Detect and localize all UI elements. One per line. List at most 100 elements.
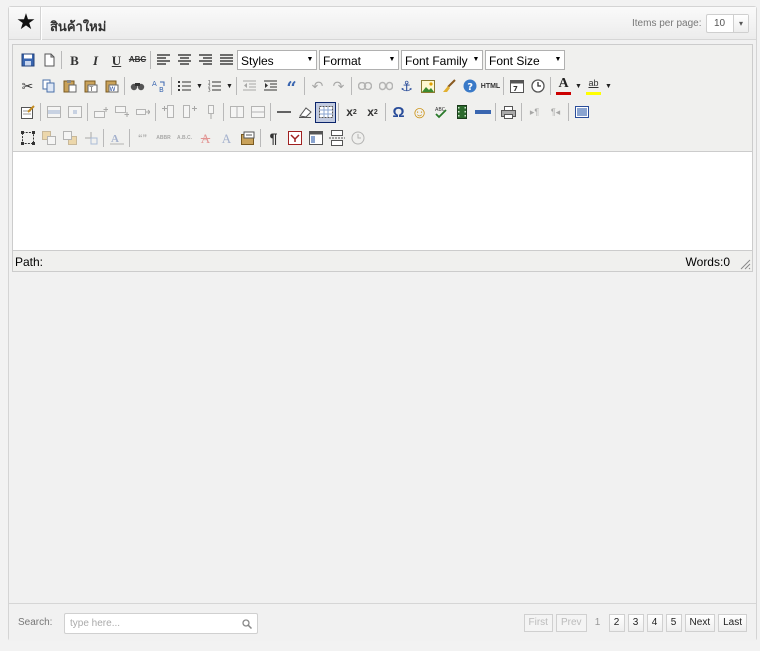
- paste-icon[interactable]: [59, 76, 80, 97]
- edit-table-icon[interactable]: [17, 102, 38, 123]
- subscript-icon[interactable]: x2: [341, 102, 362, 123]
- save-icon[interactable]: [17, 50, 38, 71]
- emoticon-icon[interactable]: ☺: [409, 102, 430, 123]
- advanced-hr-icon[interactable]: [472, 102, 493, 123]
- chevron-down-icon[interactable]: ▼: [195, 83, 204, 90]
- font-family-select[interactable]: Font Family ▼: [401, 50, 483, 70]
- page-button-5[interactable]: 5: [665, 614, 682, 632]
- undo-icon[interactable]: ↶: [307, 76, 328, 97]
- delete-col-icon[interactable]: [200, 102, 221, 123]
- last-page-button[interactable]: Last: [718, 614, 747, 632]
- copy-icon[interactable]: [38, 76, 59, 97]
- ins-icon[interactable]: A: [216, 128, 237, 149]
- merge-cells-icon[interactable]: [247, 102, 268, 123]
- chevron-down-icon[interactable]: ▼: [604, 83, 613, 90]
- visual-aid-icon[interactable]: [315, 101, 336, 123]
- chevron-down-icon[interactable]: ▼: [574, 83, 583, 90]
- insert-row-after-icon[interactable]: [111, 102, 132, 123]
- special-char-icon[interactable]: Ω: [388, 102, 409, 123]
- move-forward-icon[interactable]: [38, 128, 59, 149]
- find-icon[interactable]: [127, 76, 148, 97]
- acronym-icon[interactable]: A.B.C.: [174, 128, 195, 149]
- link-icon[interactable]: [354, 76, 375, 97]
- ltr-icon[interactable]: ▸¶: [524, 102, 545, 123]
- first-page-button[interactable]: First: [523, 614, 553, 632]
- search-input[interactable]: [65, 614, 235, 633]
- align-left-icon[interactable]: [153, 50, 174, 71]
- print-icon[interactable]: [498, 102, 519, 123]
- delete-row-icon[interactable]: [132, 102, 153, 123]
- html-icon[interactable]: HTML: [480, 76, 501, 97]
- replace-icon[interactable]: AB: [148, 76, 169, 97]
- abbr-icon[interactable]: ABBR: [153, 128, 174, 149]
- blockquote-icon[interactable]: “: [281, 76, 302, 98]
- insert-col-after-icon[interactable]: [179, 102, 200, 123]
- styleprops-icon[interactable]: A: [106, 128, 127, 149]
- editor-content-area[interactable]: [13, 151, 752, 251]
- styles-select[interactable]: Styles ▼: [237, 50, 317, 70]
- paste-word-icon[interactable]: W: [101, 76, 122, 97]
- items-per-page-label: Items per page:: [632, 18, 702, 29]
- indent-icon[interactable]: [260, 76, 281, 97]
- page-button-3[interactable]: 3: [627, 614, 644, 632]
- row-props-icon[interactable]: [43, 102, 64, 123]
- page-button-4[interactable]: 4: [646, 614, 663, 632]
- page-button-2[interactable]: 2: [608, 614, 625, 632]
- new-document-icon[interactable]: [38, 50, 59, 71]
- page-break-icon[interactable]: [326, 128, 347, 149]
- help-icon[interactable]: ?: [459, 76, 480, 97]
- spellcheck-icon[interactable]: ABC: [430, 102, 451, 123]
- remove-format-icon[interactable]: [294, 102, 315, 123]
- cell-props-icon[interactable]: [64, 102, 85, 123]
- attribs-icon[interactable]: [237, 128, 258, 149]
- numbered-list-icon[interactable]: 123: [204, 76, 225, 97]
- horizontal-rule-icon[interactable]: [273, 102, 294, 123]
- cite-icon[interactable]: “”: [132, 128, 153, 149]
- redo-icon[interactable]: ↷: [328, 76, 349, 97]
- chevron-down-icon[interactable]: ▾: [733, 15, 748, 32]
- highlight-color-icon[interactable]: ab: [583, 76, 604, 97]
- absolute-icon[interactable]: [80, 128, 101, 149]
- nonbreaking-icon[interactable]: [284, 128, 305, 149]
- image-icon[interactable]: [417, 76, 438, 97]
- insert-time-icon[interactable]: [527, 76, 548, 97]
- bold-icon[interactable]: B: [64, 50, 85, 71]
- resize-handle-icon[interactable]: [739, 258, 751, 270]
- anchor-icon[interactable]: ⚓: [396, 76, 417, 97]
- align-right-icon[interactable]: [195, 50, 216, 71]
- text-color-icon[interactable]: A: [553, 76, 574, 97]
- insert-row-before-icon[interactable]: [90, 102, 111, 123]
- media-icon[interactable]: [451, 102, 472, 123]
- next-page-button[interactable]: Next: [684, 614, 716, 632]
- show-blocks-icon[interactable]: ¶: [263, 128, 284, 149]
- template-icon[interactable]: [305, 128, 326, 149]
- bullet-list-icon[interactable]: [174, 76, 195, 97]
- insert-col-before-icon[interactable]: [158, 102, 179, 123]
- align-justify-icon[interactable]: [216, 50, 237, 71]
- format-select[interactable]: Format ▼: [319, 50, 399, 70]
- paste-text-icon[interactable]: T: [80, 76, 101, 97]
- unlink-icon[interactable]: [375, 76, 396, 97]
- underline-icon[interactable]: U: [106, 50, 127, 71]
- align-center-icon[interactable]: [174, 50, 195, 71]
- insert-date-icon[interactable]: 7: [506, 76, 527, 97]
- del-icon[interactable]: A: [195, 128, 216, 149]
- cleanup-icon[interactable]: [438, 76, 459, 97]
- rtl-icon[interactable]: ¶◂: [545, 102, 566, 123]
- fullscreen-icon[interactable]: [571, 102, 592, 123]
- insert-layer-icon[interactable]: [17, 128, 38, 149]
- restore-draft-icon[interactable]: [347, 128, 368, 149]
- prev-page-button[interactable]: Prev: [555, 614, 587, 632]
- move-backward-icon[interactable]: [59, 128, 80, 149]
- font-size-select[interactable]: Font Size ▼: [485, 50, 565, 70]
- cut-icon[interactable]: ✂: [17, 76, 38, 97]
- italic-icon[interactable]: I: [85, 50, 106, 71]
- items-per-page-select[interactable]: 10 ▾: [706, 14, 749, 33]
- superscript-icon[interactable]: x2: [362, 102, 383, 123]
- strikethrough-icon[interactable]: ABC: [127, 50, 148, 71]
- chevron-down-icon[interactable]: ▼: [225, 83, 234, 90]
- split-cells-icon[interactable]: [226, 102, 247, 123]
- search-icon[interactable]: [242, 618, 253, 630]
- outdent-icon[interactable]: [239, 76, 260, 97]
- page-button-1[interactable]: 1: [590, 614, 606, 632]
